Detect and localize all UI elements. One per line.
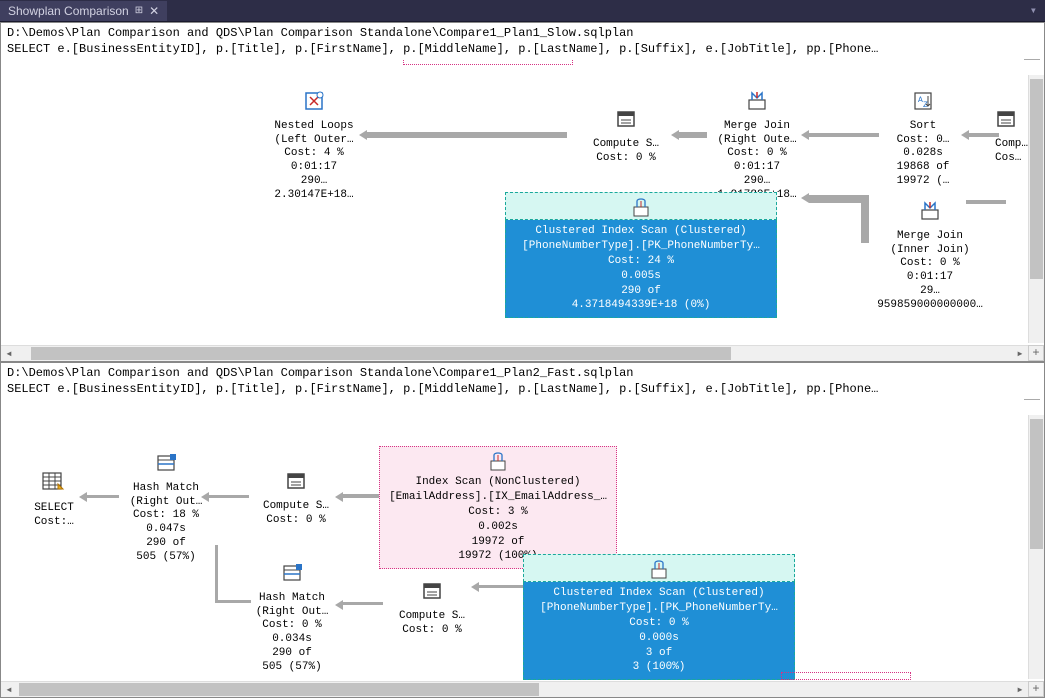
tab-label: Showplan Comparison: [8, 4, 129, 18]
pane-header-top: D:\Demos\Plan Comparison and QDS\Plan Co…: [1, 23, 1044, 60]
compute-scalar-icon: [615, 108, 637, 130]
titlebar: Showplan Comparison ⊞ ✕ ▾: [0, 0, 1045, 22]
pane-header-bottom: D:\Demos\Plan Comparison and QDS\Plan Co…: [1, 363, 1044, 400]
node-select[interactable]: SELECT Cost:…: [23, 470, 85, 529]
plan-query: SELECT e.[BusinessEntityID], p.[Title], …: [7, 42, 1038, 58]
node-clustered-index-scan-header[interactable]: [505, 192, 777, 220]
compute-scalar-icon: [285, 470, 307, 492]
node-hash-match-1[interactable]: Hash Match (Right Out… Cost: 18 % 0.047s…: [121, 452, 211, 564]
index-scan-icon: [487, 451, 509, 473]
highlight-fragment: [781, 672, 911, 680]
compute-scalar-icon: [421, 580, 443, 602]
node-nested-loops[interactable]: Nested Loops (Left Outer… Cost: 4 % 0:01…: [259, 90, 369, 202]
hash-match-icon: [155, 452, 177, 474]
merge-join-icon: [919, 200, 941, 222]
node-compute-scalar-2[interactable]: Compute S… Cost: 0 %: [387, 580, 477, 637]
close-icon[interactable]: ✕: [149, 4, 159, 18]
hash-match-icon: [281, 562, 303, 584]
node-merge-join-outer[interactable]: Merge Join (Right Oute… Cost: 0 % 0:01:1…: [707, 90, 807, 202]
plan-path: D:\Demos\Plan Comparison and QDS\Plan Co…: [7, 26, 1038, 42]
merge-join-icon: [746, 90, 768, 112]
node-index-scan-nonclustered[interactable]: Index Scan (NonClustered) [EmailAddress]…: [379, 446, 617, 569]
zoom-button[interactable]: +: [1028, 681, 1044, 697]
highlight-fragment: [403, 60, 573, 65]
nested-loops-icon: [303, 90, 325, 112]
node-sort[interactable]: Sort Cost: 0… 0.028s 19868 of 19972 (…: [883, 90, 963, 189]
vertical-scrollbar[interactable]: [1028, 415, 1044, 679]
plan-pane-slow: D:\Demos\Plan Comparison and QDS\Plan Co…: [0, 22, 1045, 362]
node-clustered-index-scan[interactable]: Clustered Index Scan (Clustered) [PhoneN…: [505, 220, 777, 318]
plan-canvas-bottom[interactable]: SELECT Cost:… Hash Match (Right Out… Cos…: [1, 400, 1044, 684]
tab-showplan-comparison[interactable]: Showplan Comparison ⊞ ✕: [0, 1, 167, 21]
node-clustered-index-scan[interactable]: Clustered Index Scan (Clustered) [PhoneN…: [523, 582, 795, 680]
tab-dropdown-icon[interactable]: ▾: [1022, 3, 1045, 18]
horizontal-scrollbar[interactable]: ◂ ▸: [1, 681, 1028, 697]
plan-canvas-top[interactable]: Nested Loops (Left Outer… Cost: 4 % 0:01…: [1, 60, 1044, 348]
plan-query: SELECT e.[BusinessEntityID], p.[Title], …: [7, 382, 1038, 398]
clustered-index-scan-icon: [630, 197, 652, 219]
node-clustered-index-scan-header[interactable]: [523, 554, 795, 582]
plan-pane-fast: D:\Demos\Plan Comparison and QDS\Plan Co…: [0, 362, 1045, 698]
pin-icon[interactable]: ⊞: [135, 5, 143, 16]
zoom-button[interactable]: +: [1028, 345, 1044, 361]
horizontal-scrollbar[interactable]: ◂ ▸: [1, 345, 1028, 361]
plan-path: D:\Demos\Plan Comparison and QDS\Plan Co…: [7, 366, 1038, 382]
node-hash-match-2[interactable]: Hash Match (Right Out… Cost: 0 % 0.034s …: [247, 562, 337, 674]
sort-icon: [912, 90, 934, 112]
select-icon: [41, 470, 67, 496]
node-compute-scalar[interactable]: Compute S… Cost: 0 %: [581, 108, 671, 165]
node-merge-join-inner[interactable]: Merge Join (Inner Join) Cost: 0 % 0:01:1…: [865, 200, 995, 312]
node-compute-scalar-1[interactable]: Compute S… Cost: 0 %: [251, 470, 341, 527]
vertical-scrollbar[interactable]: [1028, 75, 1044, 343]
clustered-index-scan-icon: [648, 559, 670, 581]
compute-scalar-icon: [995, 108, 1017, 130]
